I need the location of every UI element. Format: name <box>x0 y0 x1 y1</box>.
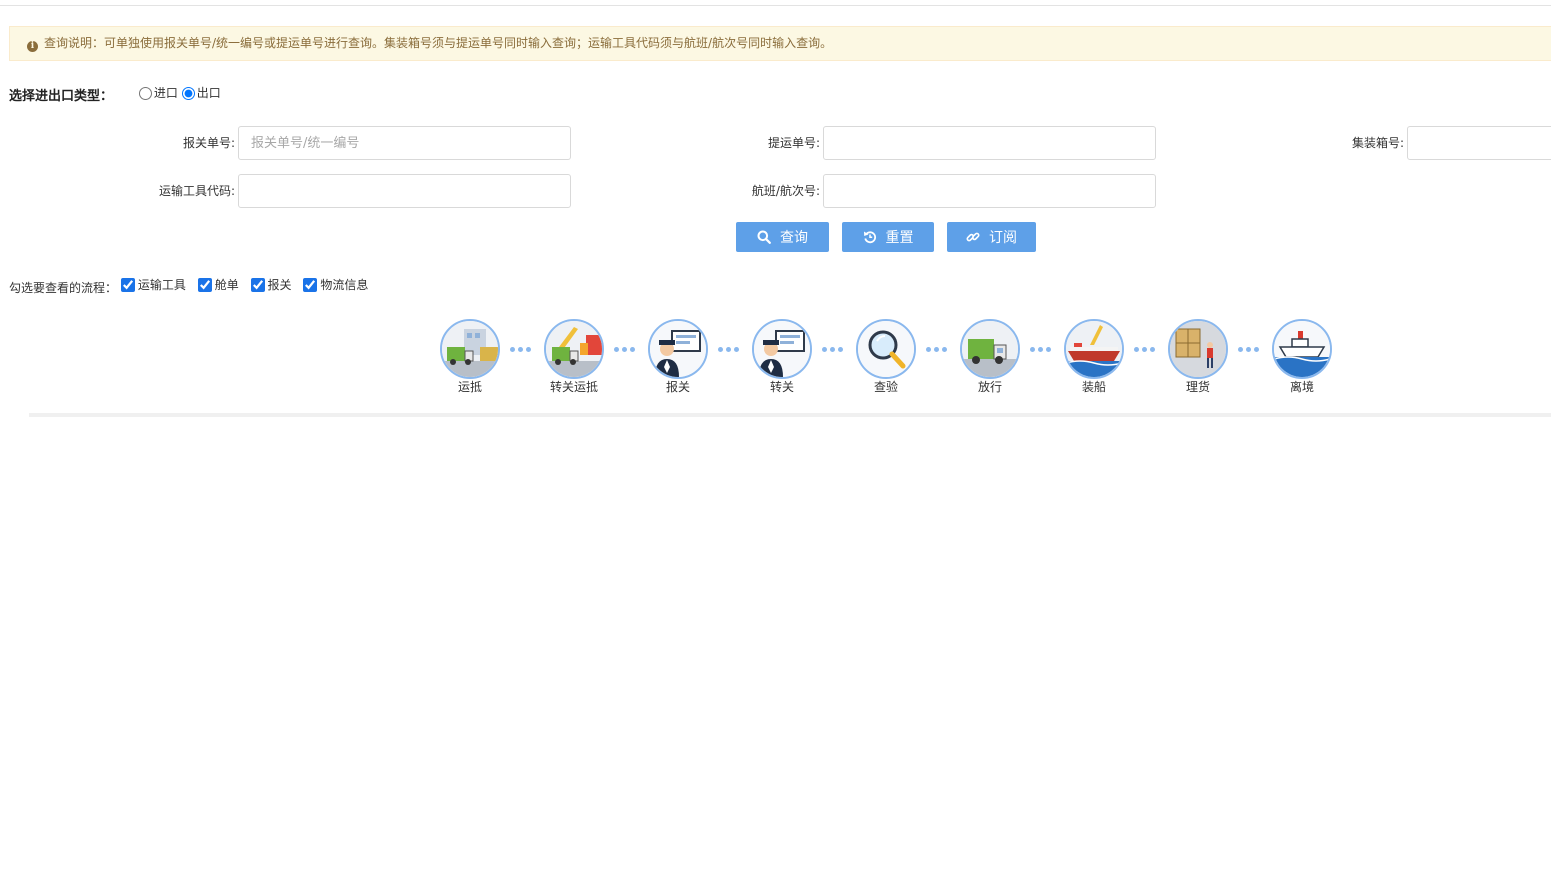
step-label: 理货 <box>1185 380 1210 394</box>
voyage-no-input[interactable] <box>823 174 1156 208</box>
step-transfer-arrival[interactable]: 转关运抵 <box>544 319 604 394</box>
cargo-worker-icon <box>1168 319 1228 379</box>
bill-no-input[interactable] <box>823 126 1156 160</box>
io-type-selector: 选择进出口类型： 进口 出口 <box>9 83 221 104</box>
checkbox-manifest-input[interactable] <box>197 278 212 292</box>
voyage-no-label: 航班/航次号: <box>751 184 820 198</box>
transport-code-label: 运输工具代码: <box>158 184 235 198</box>
customs-officer-icon <box>648 319 708 379</box>
step-connector <box>510 347 534 353</box>
radio-export-input[interactable] <box>181 86 195 100</box>
checkbox-transport-input[interactable] <box>120 278 135 292</box>
notice-text: 查询说明：可单独使用报关单号/统一编号或提运单号进行查询。集装箱号须与提运单号同… <box>44 36 833 50</box>
declaration-no-input[interactable] <box>238 126 571 160</box>
checkbox-manifest-label: 舱单 <box>214 278 239 292</box>
checkbox-customs-label: 报关 <box>267 278 292 292</box>
step-arrival[interactable]: 运抵 <box>440 319 500 394</box>
step-release[interactable]: 放行 <box>960 319 1020 394</box>
step-label: 放行 <box>977 380 1002 394</box>
step-label: 转关运抵 <box>549 380 598 394</box>
step-connector <box>1238 347 1262 353</box>
query-button[interactable]: 查询 <box>736 222 829 252</box>
checkbox-logistics[interactable]: 物流信息 <box>303 275 368 295</box>
checkbox-transport-label: 运输工具 <box>137 278 186 292</box>
query-button-label: 查询 <box>780 230 808 246</box>
step-connector <box>1030 347 1054 353</box>
reset-button-label: 重置 <box>885 230 914 246</box>
ship-departure-icon <box>1272 319 1332 379</box>
checkbox-customs-input[interactable] <box>250 278 265 292</box>
step-label: 运抵 <box>457 380 482 394</box>
step-connector <box>1134 347 1158 353</box>
container-no-label: 集装箱号: <box>1351 136 1404 150</box>
reset-button[interactable]: 重置 <box>842 222 934 252</box>
checkbox-manifest[interactable]: 舱单 <box>197 275 239 295</box>
radio-export-label: 出口 <box>196 86 221 100</box>
transport-code-input[interactable] <box>238 174 571 208</box>
truck-icon <box>960 319 1020 379</box>
declaration-no-label: 报关单号: <box>182 136 235 150</box>
step-connector <box>822 347 846 353</box>
step-inspection[interactable]: 查验 <box>856 319 916 394</box>
step-declaration[interactable]: 报关 <box>648 319 708 394</box>
radio-import-input[interactable] <box>138 86 152 100</box>
step-label: 装船 <box>1081 380 1106 394</box>
top-divider <box>0 5 1551 6</box>
subscribe-button-label: 订阅 <box>989 230 1017 246</box>
truck-crane-icon <box>544 319 604 379</box>
step-connector <box>718 347 742 353</box>
ship-loading-icon <box>1064 319 1124 379</box>
checkbox-logistics-input[interactable] <box>303 278 318 292</box>
checkbox-customs[interactable]: 报关 <box>250 275 292 295</box>
subscribe-button[interactable]: 订阅 <box>947 222 1036 252</box>
query-notice: i 查询说明：可单独使用报关单号/统一编号或提运单号进行查询。集装箱号须与提运单号… <box>9 26 1551 61</box>
container-no-input[interactable] <box>1407 126 1551 160</box>
flow-filter-label: 勾选要查看的流程： <box>9 281 118 295</box>
info-circle-icon: i <box>27 41 38 52</box>
checkbox-logistics-label: 物流信息 <box>320 278 369 292</box>
undo-icon <box>863 231 876 244</box>
truck-arrival-icon <box>440 319 500 379</box>
checkbox-transport[interactable]: 运输工具 <box>120 275 186 295</box>
radio-import-label: 进口 <box>153 86 178 100</box>
step-tally[interactable]: 理货 <box>1168 319 1228 394</box>
magnifier-icon <box>856 319 916 379</box>
step-departure[interactable]: 离境 <box>1272 319 1332 394</box>
link-icon <box>966 232 980 242</box>
step-connector <box>614 347 638 353</box>
step-label: 查验 <box>873 380 898 394</box>
search-icon <box>757 230 771 244</box>
section-divider <box>29 413 1551 417</box>
bill-no-label: 提运单号: <box>767 136 820 150</box>
radio-import[interactable]: 进口 <box>138 83 178 103</box>
io-type-label: 选择进出口类型： <box>9 88 114 104</box>
flow-filter: 勾选要查看的流程： 运输工具 舱单 报关 物流信息 <box>9 275 376 295</box>
step-transit[interactable]: 转关 <box>752 319 812 394</box>
step-label: 离境 <box>1289 380 1314 394</box>
customs-officer-icon <box>752 319 812 379</box>
step-loading[interactable]: 装船 <box>1064 319 1124 394</box>
step-connector <box>926 347 950 353</box>
step-label: 转关 <box>769 380 794 394</box>
radio-export[interactable]: 出口 <box>181 83 221 103</box>
step-label: 报关 <box>665 380 690 394</box>
